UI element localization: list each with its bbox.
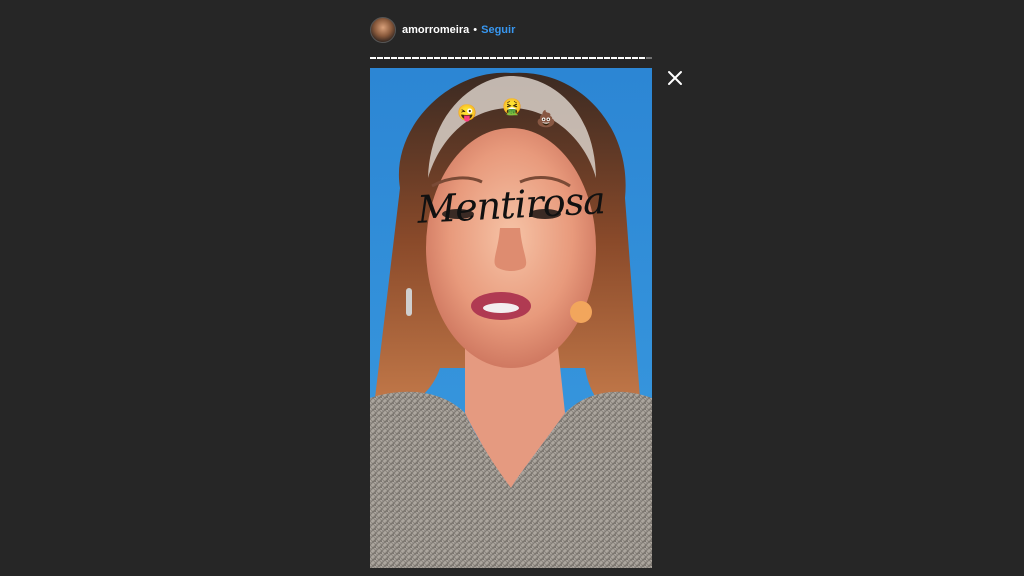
progress-segment — [631, 57, 638, 59]
progress-segment — [497, 57, 504, 59]
story-progress-bar — [370, 57, 653, 59]
avatar[interactable] — [370, 17, 396, 43]
progress-segment — [454, 57, 462, 59]
progress-segment — [554, 57, 561, 59]
progress-segment — [504, 57, 511, 59]
progress-segment — [617, 57, 624, 59]
progress-segment — [412, 57, 419, 59]
progress-segment — [596, 57, 603, 59]
winking-tongue-emoji-sticker: 😜 — [457, 105, 477, 122]
progress-segment — [511, 57, 518, 59]
header-separator: • — [473, 24, 478, 36]
progress-segment — [370, 57, 377, 59]
progress-segment — [646, 57, 653, 59]
progress-segment — [398, 57, 405, 59]
progress-segment — [483, 57, 490, 59]
story-header: amorromeira • Seguir — [370, 16, 515, 44]
progress-segment — [532, 57, 539, 59]
close-icon[interactable] — [666, 69, 684, 87]
progress-segment — [568, 57, 575, 59]
progress-segment — [546, 57, 554, 59]
progress-segment — [405, 57, 412, 59]
progress-segment — [384, 57, 391, 59]
progress-segment — [525, 57, 532, 59]
progress-segment — [377, 57, 384, 59]
progress-segment — [603, 57, 610, 59]
vomiting-face-emoji-sticker: 🤮 — [502, 99, 522, 116]
progress-segment — [610, 57, 617, 59]
progress-segment — [589, 57, 596, 59]
progress-segment — [469, 57, 476, 59]
progress-segment — [518, 57, 525, 59]
story-media[interactable]: Mentirosa 😜 🤮 💩 — [370, 68, 652, 568]
progress-segment — [433, 57, 440, 59]
progress-segment — [419, 57, 426, 59]
progress-segment — [447, 57, 454, 59]
poop-emoji-sticker: 💩 — [536, 111, 556, 128]
progress-segment — [638, 57, 646, 59]
progress-segment — [476, 57, 483, 59]
story-viewer: amorromeira • Seguir Mentirosa 😜 🤮 💩 — [0, 0, 1024, 576]
progress-segment — [539, 57, 546, 59]
progress-segment — [462, 57, 469, 59]
username-link[interactable]: amorromeira — [402, 24, 469, 36]
progress-segment — [582, 57, 589, 59]
progress-segment — [490, 57, 497, 59]
progress-segment — [624, 57, 631, 59]
story-photo — [370, 68, 652, 568]
progress-segment — [561, 57, 568, 59]
progress-segment — [391, 57, 398, 59]
progress-segment — [426, 57, 433, 59]
follow-button[interactable]: Seguir — [481, 24, 515, 36]
progress-segment — [440, 57, 447, 59]
progress-segment — [575, 57, 582, 59]
